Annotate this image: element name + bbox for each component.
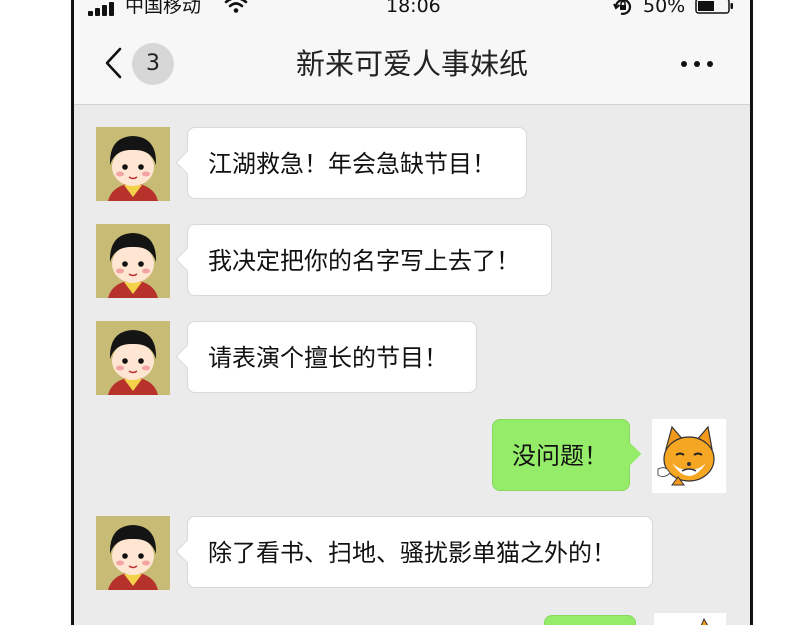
incoming-message-bubble[interactable]: 我决定把你的名字写上去了！	[187, 224, 552, 296]
contact-avatar[interactable]	[96, 516, 170, 590]
rotation-lock-icon	[613, 0, 632, 15]
orange-cat-avatar-image	[652, 419, 726, 493]
contact-avatar[interactable]	[96, 224, 170, 298]
message-text: 请表演个擅长的节目！	[208, 344, 448, 372]
orange-cat-avatar-image	[654, 613, 726, 625]
status-bar: 中国移动 18:06 50%	[74, 0, 750, 22]
unread-count-badge[interactable]: 3	[132, 43, 174, 85]
more-dots-icon[interactable]	[677, 58, 717, 70]
battery-icon	[695, 0, 733, 14]
cartoon-girl-avatar-image	[96, 127, 170, 201]
contact-avatar[interactable]	[96, 321, 170, 395]
message-text: 没问题！	[512, 442, 608, 470]
my-avatar[interactable]	[652, 419, 726, 493]
carrier-name: 中国移动	[125, 0, 202, 17]
message-text: 江湖救急！年会急缺节目！	[208, 150, 496, 178]
my-avatar[interactable]	[654, 613, 726, 625]
incoming-message-bubble[interactable]: 除了看书、扫地、骚扰影单猫之外的！	[187, 516, 653, 588]
phone-screen: 中国移动 18:06 50% 3 新来可爱人事妹纸 江湖救急！年会急缺节目！ 我…	[71, 0, 753, 625]
status-time: 18:06	[386, 0, 441, 17]
chevron-left-icon[interactable]	[102, 46, 126, 80]
outgoing-message-bubble[interactable]	[544, 615, 636, 625]
cartoon-girl-avatar-image	[96, 224, 170, 298]
cartoon-girl-avatar-image	[96, 321, 170, 395]
chat-title: 新来可爱人事妹纸	[295, 47, 528, 81]
incoming-message-bubble[interactable]: 江湖救急！年会急缺节目！	[187, 127, 527, 199]
signal-icon	[88, 2, 120, 16]
incoming-message-bubble[interactable]: 请表演个擅长的节目！	[187, 321, 477, 393]
message-text: 除了看书、扫地、骚扰影单猫之外的！	[208, 539, 616, 567]
message-list[interactable]: 江湖救急！年会急缺节目！ 我决定把你的名字写上去了！ 请表演个擅长的节目！ 没问…	[74, 105, 750, 625]
outgoing-message-bubble[interactable]: 没问题！	[492, 419, 630, 491]
chat-header: 3 新来可爱人事妹纸	[74, 22, 750, 105]
cartoon-girl-avatar-image	[96, 516, 170, 590]
message-text: 我决定把你的名字写上去了！	[208, 247, 520, 275]
wifi-icon	[224, 0, 248, 13]
contact-avatar[interactable]	[96, 127, 170, 201]
battery-percentage: 50%	[643, 0, 686, 17]
